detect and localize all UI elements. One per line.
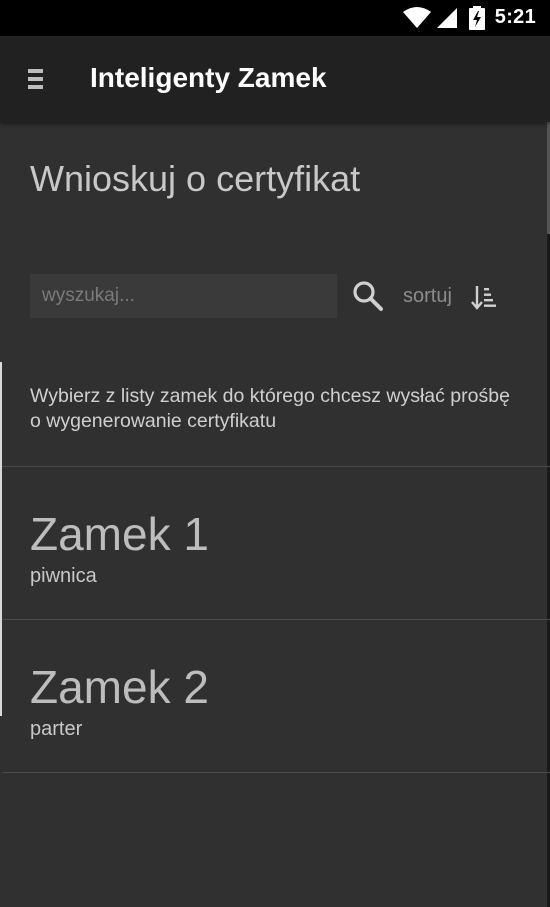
app-title: Inteligenty Zamek xyxy=(90,62,327,93)
battery-charging-icon xyxy=(468,6,486,35)
list-item-lock-2[interactable]: Zamek 2 parter xyxy=(2,620,550,772)
lock-name: Zamek 1 xyxy=(30,508,209,560)
status-bar: 5:21 xyxy=(0,0,550,36)
cell-signal-icon xyxy=(436,6,458,35)
sort-icon[interactable] xyxy=(471,283,499,311)
sort-button-label[interactable]: sortuj xyxy=(403,285,452,308)
search-input[interactable] xyxy=(30,274,337,318)
hamburger-menu-icon[interactable] xyxy=(18,59,58,99)
lock-location: parter xyxy=(30,718,83,740)
lock-name: Zamek 2 xyxy=(30,661,209,713)
divider xyxy=(2,772,550,773)
search-icon[interactable] xyxy=(351,279,385,313)
screen: 5:21 Inteligenty Zamek Wnioskuj o certyf… xyxy=(0,0,550,907)
lock-location: piwnica xyxy=(30,565,97,587)
status-time: 5:21 xyxy=(494,6,536,28)
list-item-lock-1[interactable]: Zamek 1 piwnica xyxy=(2,467,550,619)
page-title: Wnioskuj o certyfikat xyxy=(30,158,361,199)
wifi-icon xyxy=(402,6,432,35)
app-bar: Inteligenty Zamek xyxy=(0,36,550,122)
instructions-text: Wybierz z listy zamek do którego chcesz … xyxy=(30,385,510,432)
